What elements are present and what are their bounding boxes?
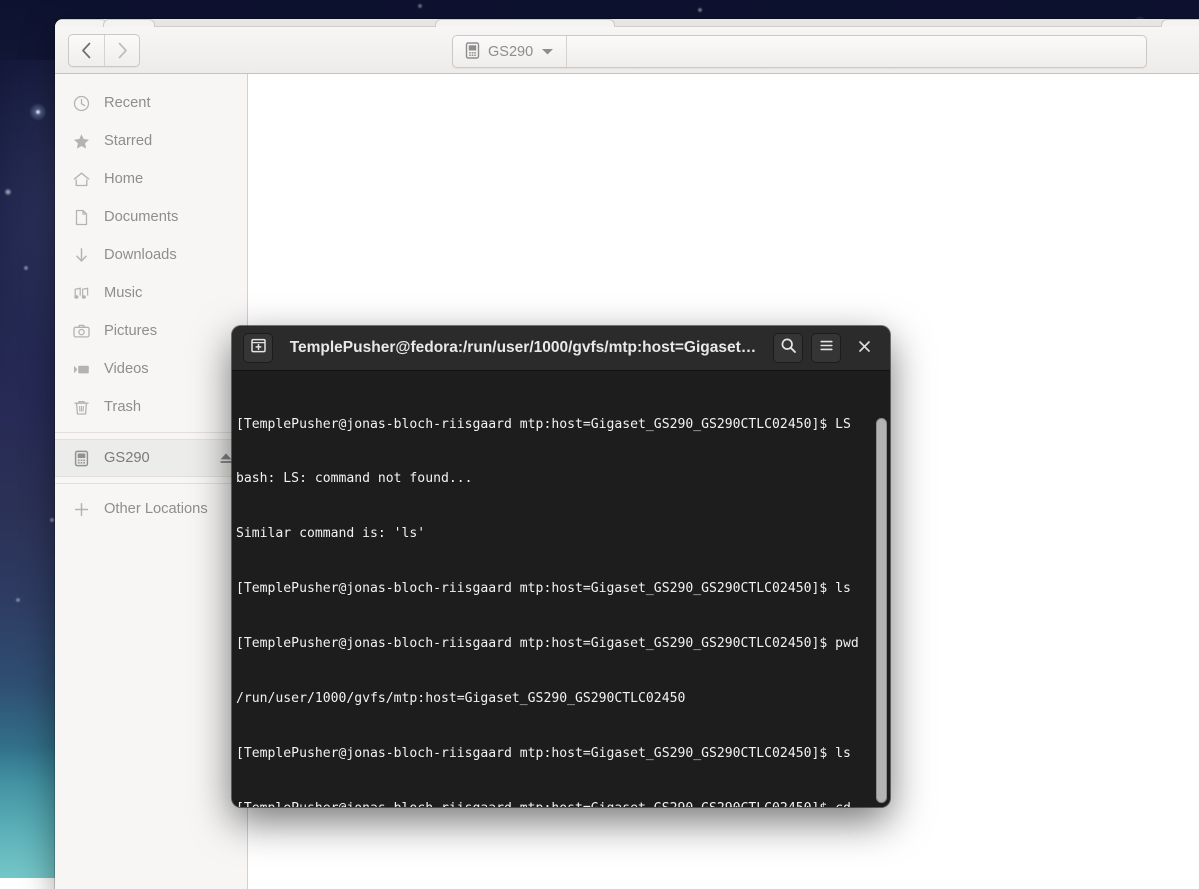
- new-tab-button[interactable]: [243, 333, 273, 363]
- sidebar-item-documents[interactable]: Documents: [55, 198, 247, 236]
- sidebar-item-home[interactable]: Home: [55, 160, 247, 198]
- window-strip-tab-right: [1161, 19, 1199, 27]
- sidebar-item-gs290[interactable]: GS290: [55, 439, 247, 477]
- terminal-line: [TemplePusher@jonas-bloch-riisgaard mtp:…: [236, 416, 890, 434]
- terminal-line: Similar command is: 'ls': [236, 525, 890, 543]
- terminal-headerbar: TemplePusher@fedora:/run/user/1000/gvfs/…: [232, 326, 890, 371]
- sidebar-divider: [55, 432, 247, 433]
- terminal-menu-button[interactable]: [811, 333, 841, 363]
- pathbar-empty-area: [566, 36, 1146, 67]
- window-strip-tab-left: [55, 19, 107, 27]
- terminal-scrollbar-thumb[interactable]: [876, 418, 887, 803]
- pathbar-button-gs290[interactable]: GS290: [453, 36, 566, 67]
- files-headerbar: GS290: [55, 27, 1199, 74]
- document-icon: [73, 209, 90, 226]
- terminal-window: TemplePusher@fedora:/run/user/1000/gvfs/…: [232, 326, 890, 807]
- music-icon: [73, 285, 90, 302]
- video-icon: [73, 361, 90, 378]
- phone-icon: [465, 42, 480, 62]
- window-strip-tab-center: [435, 19, 615, 27]
- sidebar-divider-2: [55, 483, 247, 484]
- sidebar-item-videos[interactable]: Videos: [55, 350, 247, 388]
- sidebar-item-starred[interactable]: Starred: [55, 122, 247, 160]
- terminal-search-button[interactable]: [773, 333, 803, 363]
- plus-icon: [73, 501, 90, 518]
- clock-icon: [73, 95, 90, 112]
- chevron-down-icon: [541, 44, 554, 59]
- terminal-line: [TemplePusher@jonas-bloch-riisgaard mtp:…: [236, 745, 890, 763]
- window-strip-tab-left2: [103, 19, 155, 27]
- terminal-content[interactable]: [TemplePusher@jonas-bloch-riisgaard mtp:…: [232, 371, 890, 807]
- sidebar-item-pictures[interactable]: Pictures: [55, 312, 247, 350]
- terminal-line: bash: LS: command not found...: [236, 470, 890, 488]
- terminal-line: /run/user/1000/gvfs/mtp:host=Gigaset_GS2…: [236, 690, 890, 708]
- chevron-left-icon: [81, 42, 92, 59]
- terminal-line: [TemplePusher@jonas-bloch-riisgaard mtp:…: [236, 800, 890, 807]
- window-top-strip: [55, 19, 1199, 27]
- sidebar-item-other-locations[interactable]: Other Locations: [55, 490, 247, 528]
- new-tab-icon: [250, 337, 267, 359]
- back-button[interactable]: [69, 35, 104, 66]
- sidebar-label: Videos: [104, 361, 233, 377]
- sidebar-item-trash[interactable]: Trash: [55, 388, 247, 426]
- sidebar-item-music[interactable]: Music: [55, 274, 247, 312]
- sidebar-label: Downloads: [104, 247, 233, 263]
- sidebar-label: Recent: [104, 95, 233, 111]
- terminal-line: [TemplePusher@jonas-bloch-riisgaard mtp:…: [236, 580, 890, 598]
- files-sidebar: Recent Starred Home: [55, 74, 248, 889]
- sidebar-label: Other Locations: [104, 501, 233, 517]
- trash-icon: [73, 399, 90, 416]
- terminal-scrollbar[interactable]: [876, 418, 887, 803]
- navigation-button-group: [68, 34, 140, 67]
- sidebar-label: Starred: [104, 133, 233, 149]
- forward-button[interactable]: [104, 35, 139, 66]
- search-icon: [780, 337, 797, 359]
- pathbar: GS290: [452, 35, 1147, 68]
- terminal-close-button[interactable]: [849, 333, 879, 363]
- sidebar-label: GS290: [104, 450, 205, 466]
- sidebar-label: Home: [104, 171, 233, 187]
- terminal-title: TemplePusher@fedora:/run/user/1000/gvfs/…: [281, 339, 765, 357]
- sidebar-label: Documents: [104, 209, 233, 225]
- sidebar-label: Music: [104, 285, 233, 301]
- camera-icon: [73, 323, 90, 340]
- home-icon: [73, 171, 90, 188]
- eject-icon[interactable]: [219, 451, 233, 465]
- sidebar-item-recent[interactable]: Recent: [55, 84, 247, 122]
- terminal-output: [TemplePusher@jonas-bloch-riisgaard mtp:…: [234, 379, 890, 807]
- hamburger-menu-icon: [818, 337, 835, 359]
- pathbar-label: GS290: [488, 44, 533, 60]
- star-icon: [73, 133, 90, 150]
- terminal-line: [TemplePusher@jonas-bloch-riisgaard mtp:…: [236, 635, 890, 653]
- chevron-right-icon: [117, 42, 128, 59]
- close-icon: [858, 338, 871, 358]
- sidebar-item-downloads[interactable]: Downloads: [55, 236, 247, 274]
- sidebar-label: Pictures: [104, 323, 233, 339]
- phone-icon: [73, 450, 90, 467]
- sidebar-label: Trash: [104, 399, 233, 415]
- download-icon: [73, 247, 90, 264]
